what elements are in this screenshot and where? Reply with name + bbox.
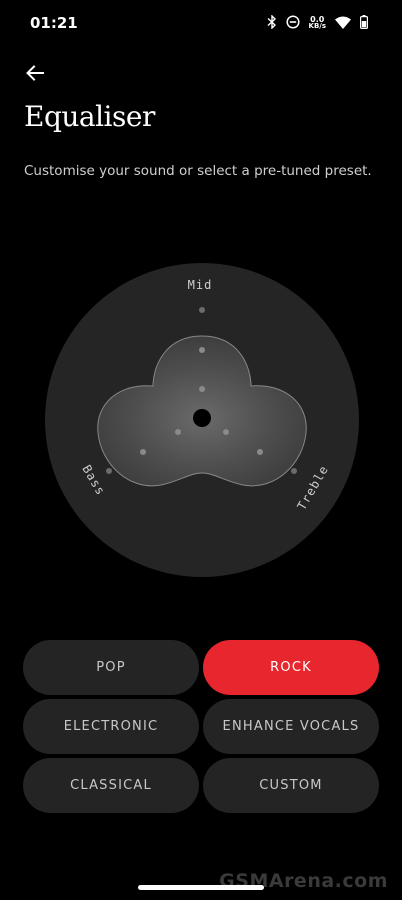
preset-label: ENHANCE VOCALS bbox=[222, 719, 360, 734]
mid-axis-dot bbox=[199, 347, 205, 353]
preset-pop-button[interactable]: POP bbox=[23, 640, 199, 695]
preset-rock-button[interactable]: ROCK bbox=[203, 640, 379, 695]
page-subtitle: Customise your sound or select a pre-tun… bbox=[24, 163, 372, 179]
wifi-icon bbox=[335, 14, 351, 33]
home-indicator[interactable] bbox=[138, 885, 264, 890]
mid-axis-dot bbox=[199, 386, 205, 392]
battery-icon bbox=[360, 14, 369, 33]
status-bar: 01:21 0.0 KB/s bbox=[0, 0, 402, 44]
network-speed: 0.0 KB/s bbox=[309, 16, 326, 30]
preset-enhance-vocals-button[interactable]: ENHANCE VOCALS bbox=[203, 699, 379, 754]
status-icons: 0.0 KB/s bbox=[267, 13, 369, 33]
bass-axis-dot bbox=[106, 468, 112, 474]
arrow-left-icon bbox=[25, 63, 45, 87]
status-time: 01:21 bbox=[30, 14, 78, 32]
do-not-disturb-icon bbox=[285, 14, 300, 33]
treble-axis-dot bbox=[291, 468, 297, 474]
preset-label: ROCK bbox=[270, 660, 312, 675]
bluetooth-icon bbox=[267, 13, 277, 33]
preset-label: POP bbox=[96, 660, 126, 675]
eq-center-dot bbox=[193, 409, 211, 427]
preset-electronic-button[interactable]: ELECTRONIC bbox=[23, 699, 199, 754]
network-speed-unit: KB/s bbox=[308, 22, 326, 30]
bass-axis-dot bbox=[175, 429, 181, 435]
treble-axis-dot bbox=[223, 429, 229, 435]
mid-axis-dot bbox=[199, 307, 205, 313]
mid-label: Mid bbox=[188, 278, 213, 292]
preset-label: CLASSICAL bbox=[70, 778, 152, 793]
preset-custom-button[interactable]: CUSTOM bbox=[203, 758, 379, 813]
back-button[interactable] bbox=[20, 60, 50, 90]
page-title: Equaliser bbox=[24, 100, 155, 133]
equaliser-dial[interactable]: Mid Bass Treble bbox=[44, 263, 362, 577]
preset-label: CUSTOM bbox=[259, 778, 323, 793]
bass-axis-dot bbox=[140, 449, 146, 455]
preset-classical-button[interactable]: CLASSICAL bbox=[23, 758, 199, 813]
treble-axis-dot bbox=[257, 449, 263, 455]
preset-label: ELECTRONIC bbox=[63, 719, 159, 734]
